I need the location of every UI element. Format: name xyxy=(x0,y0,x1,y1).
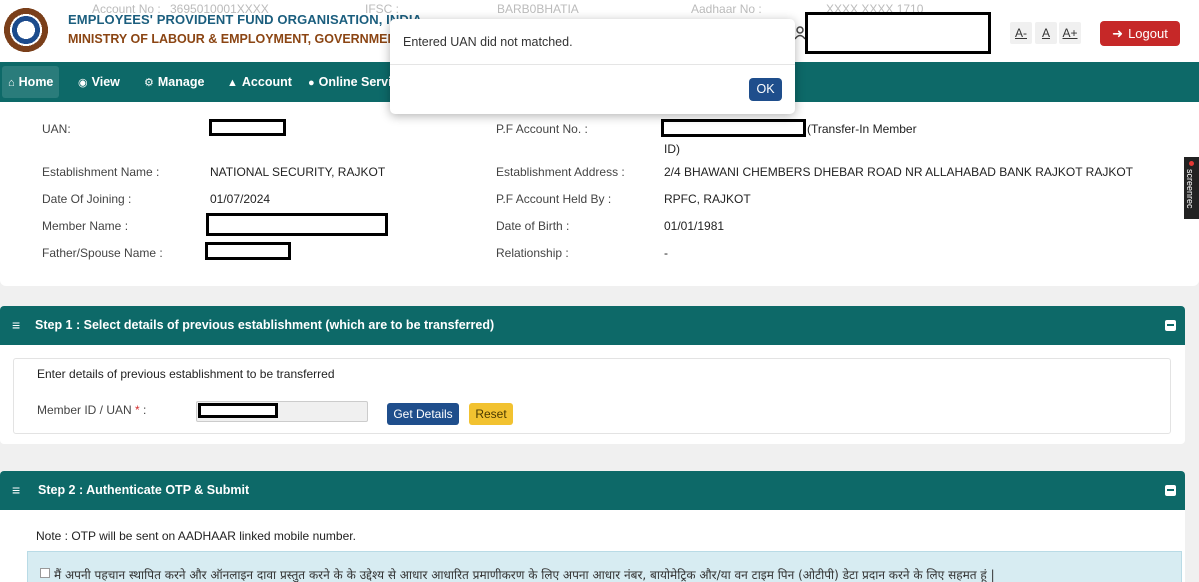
alert-dialog: Entered UAN did not matched. OK xyxy=(390,19,795,114)
logout-label: Logout xyxy=(1128,26,1168,41)
home-icon: ⌂ xyxy=(8,77,15,89)
step1-subtitle: Enter details of previous establishment … xyxy=(37,367,335,381)
ifsc-label: IFSC : xyxy=(365,2,400,16)
screenrec-label: screenrec xyxy=(1185,169,1195,209)
redacted-username xyxy=(805,12,991,54)
otp-note: Note : OTP will be sent on AADHAAR linke… xyxy=(36,529,356,543)
record-icon xyxy=(1189,161,1194,166)
reset-button[interactable]: Reset xyxy=(469,403,513,425)
member-id-input[interactable] xyxy=(196,401,368,422)
date-of-joining-value: 01/07/2024 xyxy=(210,192,271,206)
pf-account-suffix: (Transfer-In Member xyxy=(807,122,917,136)
establishment-name-value: NATIONAL SECURITY, RAJKOT xyxy=(210,165,386,179)
nav-manage[interactable]: ⚙ Manage xyxy=(138,66,210,98)
aadhaar-consent-box: मैं अपनी पहचान स्थापित करने और ऑनलाइन दा… xyxy=(27,551,1182,582)
establishment-address-label: Establishment Address : xyxy=(496,165,625,179)
previous-establishment-box: Enter details of previous establishment … xyxy=(13,358,1171,434)
pf-held-by-value: RPFC, RAJKOT xyxy=(664,192,751,206)
font-decrease-button[interactable]: A- xyxy=(1010,22,1032,44)
step2-title: Step 2 : Authenticate OTP & Submit xyxy=(38,483,250,497)
nav-manage-label: Manage xyxy=(157,75,205,89)
redacted-member-name xyxy=(206,213,388,236)
step1-panel: ≡ Step 1 : Select details of previous es… xyxy=(0,306,1185,444)
step2-header[interactable]: ≡ Step 2 : Authenticate OTP & Submit xyxy=(0,471,1185,510)
logout-icon: ➜ xyxy=(1112,26,1124,41)
nav-account-label: Account xyxy=(241,75,292,89)
menu-icon: ≡ xyxy=(12,482,21,498)
aadhaar-label: Aadhaar No : xyxy=(691,2,762,16)
date-of-joining-label: Date Of Joining : xyxy=(42,192,132,206)
nav-view-label: View xyxy=(91,75,120,89)
pf-account-label: P.F Account No. : xyxy=(496,122,588,136)
ifsc-value: BARB0BHATIA xyxy=(497,2,579,16)
cogs-icon: ⚙ xyxy=(144,77,154,89)
font-increase-button[interactable]: A+ xyxy=(1059,22,1081,44)
member-id-label: Member ID / UAN * : xyxy=(37,403,147,417)
member-details: UAN: Establishment Name : NATIONAL SECUR… xyxy=(0,102,1199,286)
screenrec-tab[interactable]: screenrec xyxy=(1184,157,1199,219)
menu-icon: ≡ xyxy=(12,317,21,333)
dob-value: 01/01/1981 xyxy=(664,219,725,233)
consent-checkbox[interactable] xyxy=(40,568,50,578)
step1-title: Step 1 : Select details of previous esta… xyxy=(35,318,495,332)
nav-home[interactable]: ⌂ Home xyxy=(2,66,60,98)
member-name-label: Member Name : xyxy=(42,219,129,233)
uan-label: UAN: xyxy=(42,122,71,136)
nav-home-label: Home xyxy=(18,75,54,89)
eye-icon: ◉ xyxy=(78,77,88,89)
pf-account-suffix-2: ID) xyxy=(664,142,680,156)
account-no-label: Account No : xyxy=(92,2,161,16)
consent-text: मैं अपनी पहचान स्थापित करने और ऑनलाइन दा… xyxy=(54,568,995,582)
redacted-pf-account xyxy=(661,119,806,137)
pf-held-by-label: P.F Account Held By : xyxy=(496,192,612,206)
establishment-address-value: 2/4 BHAWANI CHEMBERS DHEBAR ROAD NR ALLA… xyxy=(664,165,1133,179)
step1-header[interactable]: ≡ Step 1 : Select details of previous es… xyxy=(0,306,1185,345)
collapse-icon[interactable] xyxy=(1165,485,1176,496)
globe-icon: ● xyxy=(308,77,315,89)
dob-label: Date of Birth : xyxy=(496,219,570,233)
relationship-value: - xyxy=(664,246,668,260)
epfo-logo xyxy=(2,2,50,58)
redacted-father-name xyxy=(205,242,291,260)
logout-button[interactable]: ➜ Logout xyxy=(1100,21,1180,46)
father-spouse-label: Father/Spouse Name : xyxy=(42,246,163,260)
nav-account[interactable]: ▲ Account xyxy=(221,66,298,98)
collapse-icon[interactable] xyxy=(1165,320,1176,331)
redacted-uan xyxy=(209,119,286,136)
font-normal-button[interactable]: A xyxy=(1035,22,1057,44)
nav-view[interactable]: ◉ View xyxy=(72,66,126,98)
ok-button[interactable]: OK xyxy=(749,78,782,101)
account-no-value: 3695010001XXXX xyxy=(170,2,269,16)
establishment-name-label: Establishment Name : xyxy=(42,165,160,179)
user-icon: ▲ xyxy=(227,77,238,89)
alert-message: Entered UAN did not matched. xyxy=(403,35,573,49)
redacted-member-id xyxy=(198,403,278,418)
dialog-divider xyxy=(390,64,795,65)
get-details-button[interactable]: Get Details xyxy=(387,403,459,425)
relationship-label: Relationship : xyxy=(496,246,569,260)
